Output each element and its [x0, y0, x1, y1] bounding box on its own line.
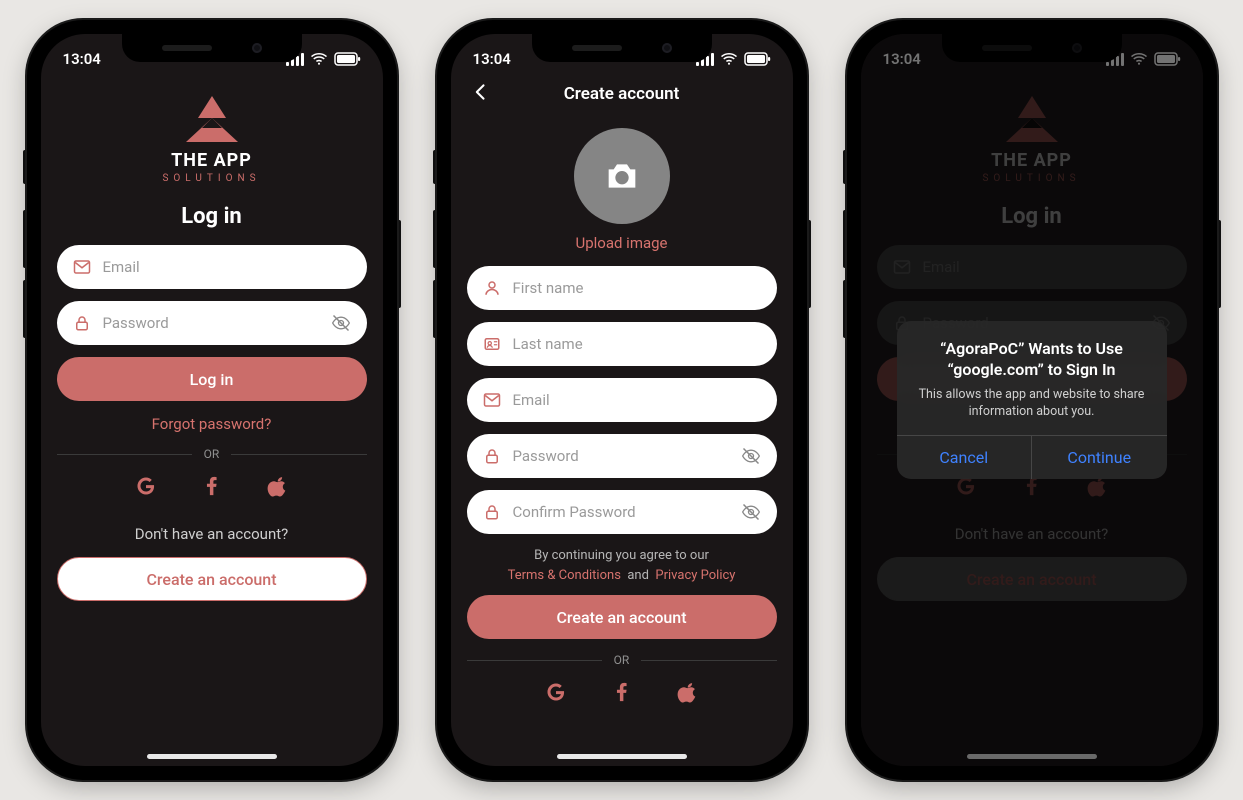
last-name-field[interactable]: [467, 322, 777, 366]
email-input[interactable]: [511, 390, 761, 410]
google-icon[interactable]: [135, 475, 157, 497]
lock-icon: [483, 447, 501, 465]
brand-name: THE APP: [171, 150, 252, 171]
confirm-password-input[interactable]: [511, 502, 731, 522]
continue-button[interactable]: Continue: [1031, 436, 1167, 479]
terms-link[interactable]: Terms & Conditions: [508, 568, 621, 583]
create-account-button[interactable]: Create an account: [467, 595, 777, 639]
status-time: 13:04: [473, 50, 511, 68]
no-account-text: Don't have an account?: [57, 525, 367, 543]
first-name-field[interactable]: [467, 266, 777, 310]
mail-icon: [73, 258, 91, 276]
email-input[interactable]: [101, 257, 351, 277]
cancel-button[interactable]: Cancel: [897, 436, 1032, 479]
mail-icon: [483, 391, 501, 409]
status-time: 13:04: [63, 50, 101, 68]
facebook-icon[interactable]: [611, 681, 633, 703]
signin-alert: “AgoraPoC” Wants to Use “google.com” to …: [897, 321, 1167, 478]
eye-off-icon[interactable]: [331, 313, 351, 333]
alert-title: “AgoraPoC” Wants to Use “google.com” to …: [913, 339, 1151, 381]
login-button[interactable]: Log in: [57, 357, 367, 401]
id-card-icon: [483, 335, 501, 353]
facebook-icon[interactable]: [201, 475, 223, 497]
create-account-button[interactable]: Create an account: [57, 557, 367, 601]
eye-off-icon[interactable]: [741, 502, 761, 522]
battery-icon: [334, 50, 361, 68]
alert-message: This allows the app and website to share…: [913, 387, 1151, 421]
google-icon[interactable]: [545, 681, 567, 703]
avatar-upload[interactable]: [574, 128, 670, 224]
user-icon: [483, 279, 501, 297]
logo-icon: [186, 96, 238, 144]
phone-alert-screen: 13:04 THE APP SOLUTIONS Log in: [847, 20, 1217, 780]
email-field[interactable]: [57, 245, 367, 289]
phone-login-screen: 13:04 THE APP SOLUTIONS Log in: [27, 20, 397, 780]
password-input[interactable]: [101, 313, 321, 333]
last-name-input[interactable]: [511, 334, 761, 354]
brand-tagline: SOLUTIONS: [162, 173, 260, 184]
eye-off-icon[interactable]: [741, 446, 761, 466]
upload-image-link[interactable]: Upload image: [467, 234, 777, 252]
lock-icon: [483, 503, 501, 521]
page-title: Create account: [564, 84, 680, 104]
apple-icon[interactable]: [267, 475, 289, 497]
or-divider: OR: [467, 653, 777, 667]
privacy-link[interactable]: Privacy Policy: [655, 568, 735, 583]
wifi-icon: [310, 50, 328, 68]
phone-signup-screen: 13:04 Create account Upload image: [437, 20, 807, 780]
password-input[interactable]: [511, 446, 731, 466]
password-field[interactable]: [57, 301, 367, 345]
password-field[interactable]: [467, 434, 777, 478]
battery-icon: [744, 50, 771, 68]
camera-icon: [602, 156, 642, 196]
back-button[interactable]: [471, 82, 491, 102]
email-field[interactable]: [467, 378, 777, 422]
brand-logo: THE APP SOLUTIONS: [57, 96, 367, 184]
wifi-icon: [720, 50, 738, 68]
first-name-input[interactable]: [511, 278, 761, 298]
apple-icon[interactable]: [677, 681, 699, 703]
page-title: Log in: [57, 204, 367, 229]
or-divider: OR: [57, 447, 367, 461]
forgot-password-link[interactable]: Forgot password?: [57, 415, 367, 433]
modal-overlay: “AgoraPoC” Wants to Use “google.com” to …: [861, 34, 1203, 766]
lock-icon: [73, 314, 91, 332]
terms-text: By continuing you agree to our Terms & C…: [467, 546, 777, 585]
confirm-password-field[interactable]: [467, 490, 777, 534]
